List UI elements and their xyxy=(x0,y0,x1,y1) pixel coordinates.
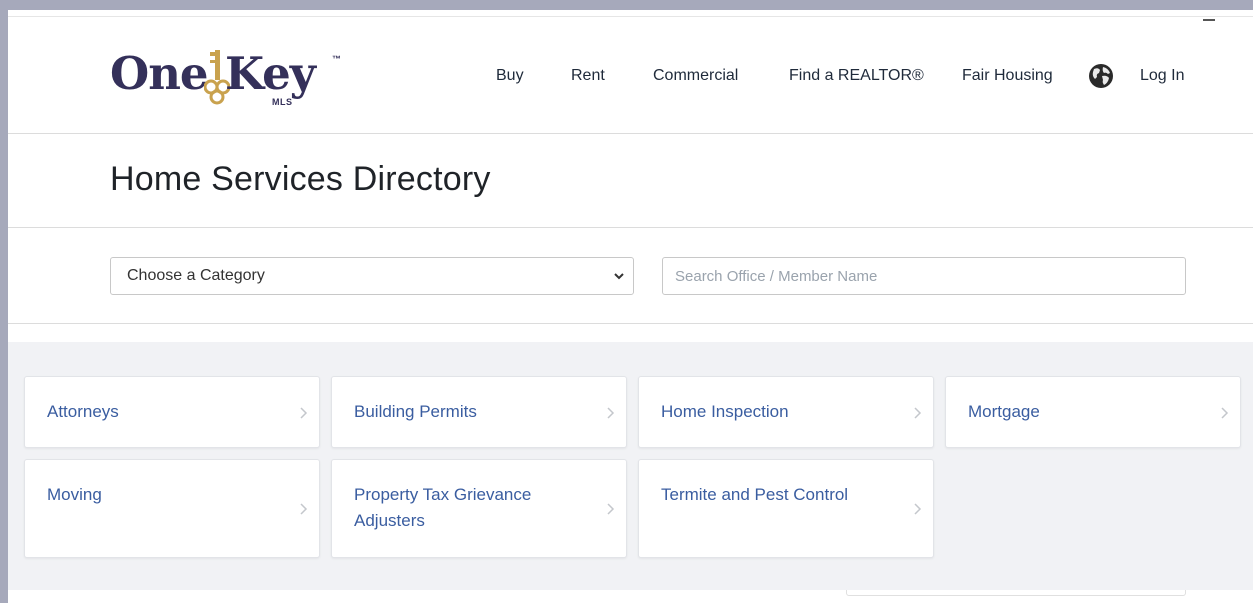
category-card-moving[interactable]: Moving xyxy=(24,459,320,558)
nav-fair-housing[interactable]: Fair Housing xyxy=(962,65,1053,87)
divider xyxy=(8,323,1253,324)
nav-log-in[interactable]: Log In xyxy=(1140,65,1184,87)
category-card-property-tax-grievance[interactable]: Property Tax Grievance Adjusters xyxy=(331,459,627,558)
category-label: Termite and Pest Control xyxy=(661,485,849,504)
globe-icon[interactable] xyxy=(1088,63,1114,89)
category-card-termite-pest-control[interactable]: Termite and Pest Control xyxy=(638,459,934,558)
category-label: Moving xyxy=(47,485,102,504)
chevron-right-icon xyxy=(914,503,922,515)
nav-buy[interactable]: Buy xyxy=(496,65,524,87)
chevron-right-icon xyxy=(607,407,615,419)
dropdown-edge xyxy=(846,590,1186,596)
chevron-right-icon xyxy=(914,407,922,419)
category-label: Attorneys xyxy=(47,402,119,421)
main-nav: Buy Rent Commercial Find a REALTOR® Fair… xyxy=(8,65,1253,87)
category-grid: Attorneys Building Permits Home Inspecti… xyxy=(8,342,1253,590)
nav-find-realtor[interactable]: Find a REALTOR® xyxy=(789,65,924,87)
logo-trademark: ™ xyxy=(332,54,341,64)
category-card-home-inspection[interactable]: Home Inspection xyxy=(638,376,934,448)
category-card-mortgage[interactable]: Mortgage xyxy=(945,376,1241,448)
browser-page: One Key ™ MLS Buy Rent Commercial Find a… xyxy=(8,10,1253,603)
category-label: Building Permits xyxy=(354,402,477,421)
category-label: Property Tax Grievance Adjusters xyxy=(354,485,532,530)
divider xyxy=(8,227,1253,228)
nav-commercial[interactable]: Commercial xyxy=(653,65,738,87)
logo-mls-text: MLS xyxy=(272,97,293,107)
chevron-right-icon xyxy=(300,503,308,515)
category-select-value: Choose a Category xyxy=(127,267,265,284)
search-input[interactable] xyxy=(662,257,1186,295)
nav-rent[interactable]: Rent xyxy=(571,65,605,87)
page-title: Home Services Directory xyxy=(110,160,491,198)
chevron-down-icon xyxy=(614,273,624,280)
category-select[interactable]: Choose a Category xyxy=(110,257,634,295)
category-label: Mortgage xyxy=(968,402,1040,421)
chevron-right-icon xyxy=(607,503,615,515)
category-label: Home Inspection xyxy=(661,402,789,421)
category-card-building-permits[interactable]: Building Permits xyxy=(331,376,627,448)
top-border xyxy=(8,10,1253,17)
chevron-right-icon xyxy=(1221,407,1229,419)
chevron-right-icon xyxy=(300,407,308,419)
category-card-attorneys[interactable]: Attorneys xyxy=(24,376,320,448)
site-header: One Key ™ MLS Buy Rent Commercial Find a… xyxy=(8,17,1253,134)
